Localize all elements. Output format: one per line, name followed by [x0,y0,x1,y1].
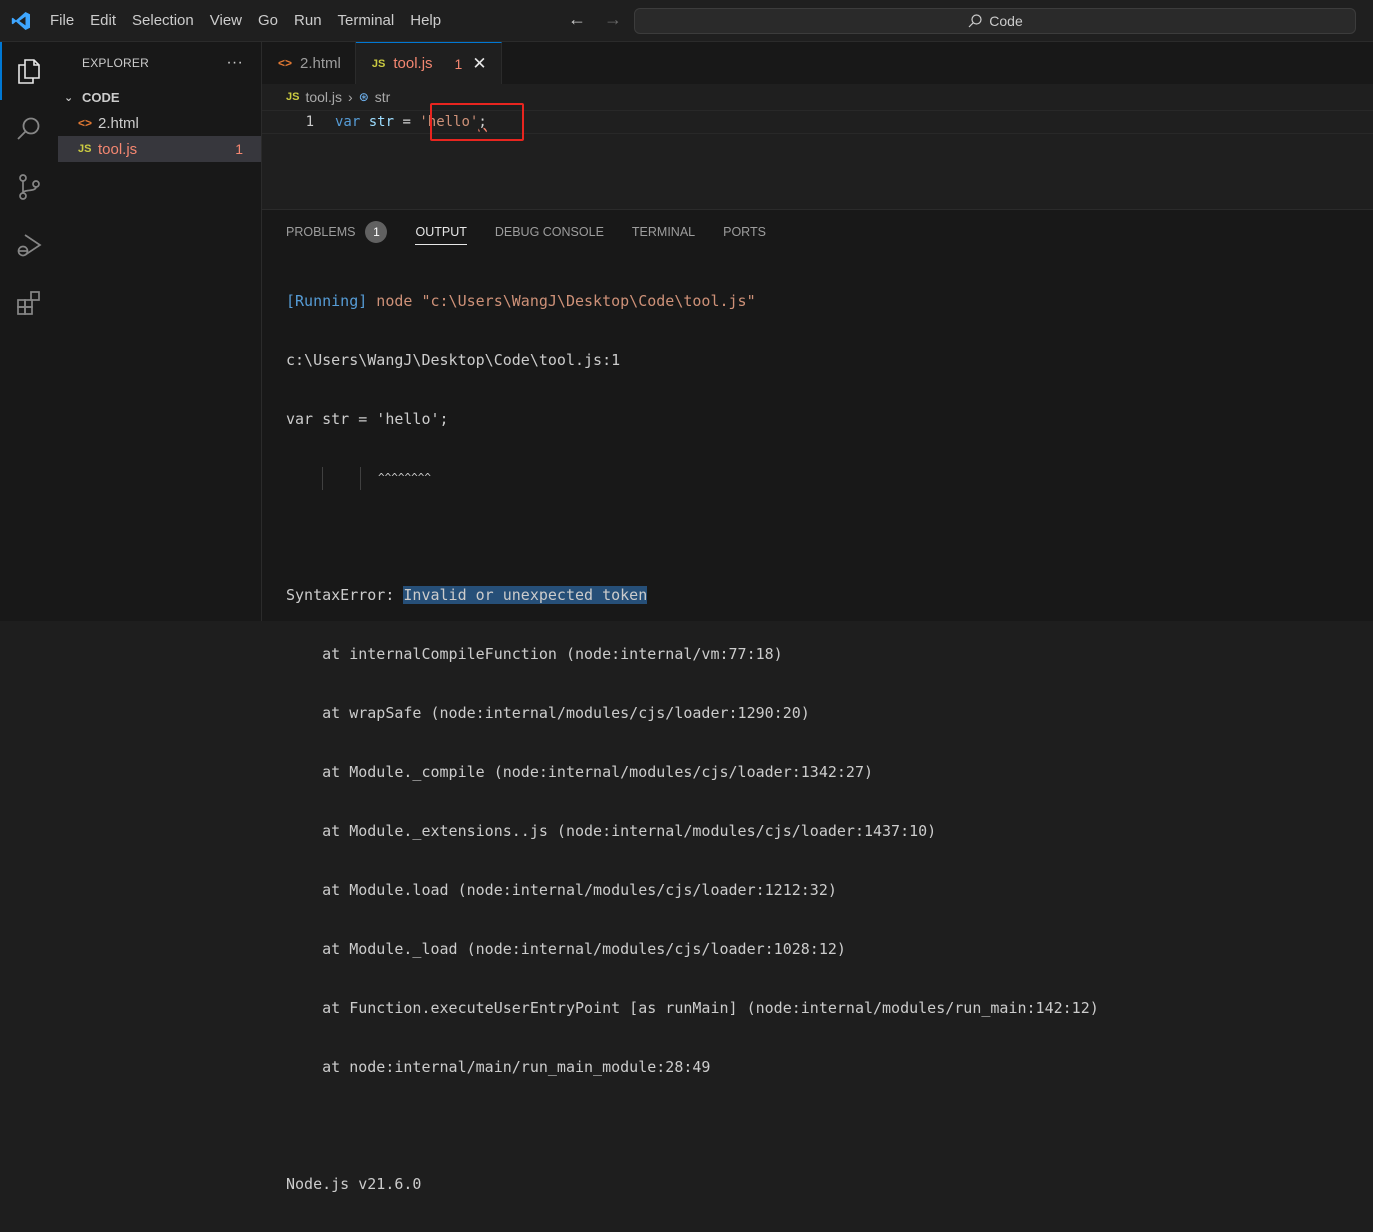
annotation-highlight-box [430,103,524,141]
menu-terminal[interactable]: Terminal [330,6,403,36]
stack-line: at node:internal/main/run_main_module:28… [286,1057,711,1076]
menu-bar: File Edit Selection View Go Run Terminal… [42,0,449,42]
menu-file[interactable]: File [42,6,82,36]
command-center-search[interactable]: Code [634,8,1356,34]
output-line: c:\Users\WangJ\Desktop\Code\tool.js:1 [286,350,621,369]
editor-tabs: <> 2.html JS tool.js 1 ✕ [262,42,1373,84]
source-control-icon[interactable] [0,158,58,216]
tab-ports[interactable]: PORTS [723,210,766,254]
search-view-icon[interactable] [0,100,58,158]
menu-run[interactable]: Run [286,6,330,36]
title-bar: File Edit Selection View Go Run Terminal… [0,0,1373,42]
output-log[interactable]: [Running] node "c:\Users\WangJ\Desktop\C… [262,254,1373,1232]
output-line: SyntaxError: Invalid or unexpected token [286,584,1373,607]
menu-view[interactable]: View [202,6,250,36]
menu-help[interactable]: Help [402,6,449,36]
indent-guide [360,466,361,490]
html-file-icon: <> [78,116,93,130]
tab-label: tool.js [393,55,433,72]
breadcrumb-file[interactable]: tool.js [305,89,342,105]
menu-edit[interactable]: Edit [82,6,124,36]
problems-count-badge: 1 [365,221,388,243]
explorer-title: EXPLORER [82,56,149,70]
tab-problem-badge: 1 [454,55,463,72]
panel-tab-label: TERMINAL [631,225,696,239]
operator-token: = [402,114,411,130]
tab-problems[interactable]: PROBLEMS 1 [286,210,388,254]
error-message: Invalid or unexpected token [403,586,648,605]
forward-arrow-icon[interactable]: → [602,9,624,30]
tab-debug-console[interactable]: DEBUG CONSOLE [495,210,604,254]
stack-line: at Module._extensions..js (node:internal… [286,822,937,841]
search-icon [968,14,982,28]
activity-bar [0,42,58,621]
chevron-down-icon: ⌄ [64,91,74,104]
editor-area: <> 2.html JS tool.js 1 ✕ JS tool.js › ⊛ … [262,42,1373,209]
running-tag: [Running] [286,292,368,310]
tab-label: 2.html [300,54,341,72]
output-line: var str = 'hello'; [286,409,449,428]
js-file-icon: JS [371,57,386,70]
run-debug-icon[interactable] [0,216,58,274]
js-file-icon: JS [286,91,300,103]
file-label: 2.html [98,114,139,132]
folder-label: CODE [82,89,120,105]
stack-line: at internalCompileFunction (node:interna… [286,645,783,664]
panel-tab-label: PORTS [723,225,766,239]
stack-line: at Module.load (node:internal/modules/cj… [286,880,837,899]
js-file-icon: JS [78,143,92,155]
stack-line: at Module._compile (node:internal/module… [286,763,873,782]
vscode-logo-icon [0,0,42,42]
file-label: tool.js [98,140,138,158]
caret-marker: ^^^^^^^^ [378,470,431,484]
identifier-token: str [368,114,395,130]
error-prefix: SyntaxError: [286,586,404,605]
more-actions-icon[interactable]: ··· [226,54,243,72]
file-item-tool-js[interactable]: JS tool.js 1 [58,136,261,162]
folder-code[interactable]: ⌄ CODE [58,84,261,110]
output-line: [Running] node "c:\Users\WangJ\Desktop\C… [286,290,1373,313]
chevron-right-icon: › [348,89,353,105]
menu-selection[interactable]: Selection [124,6,202,36]
bottom-panel: PROBLEMS 1 OUTPUT DEBUG CONSOLE TERMINAL… [262,209,1373,1193]
tab-tool-js[interactable]: JS tool.js 1 ✕ [355,42,502,84]
menu-go[interactable]: Go [250,6,286,36]
stack-line: at Module._load (node:internal/modules/c… [286,939,846,958]
breadcrumb: JS tool.js › ⊛ str [262,84,1373,110]
navigation-arrows: ← → [566,9,624,30]
file-item-2-html[interactable]: <> 2.html [58,110,261,136]
run-command: node "c:\Users\WangJ\Desktop\Code\tool.j… [367,292,756,310]
panel-tab-label: OUTPUT [415,225,467,239]
keyword-token: var [335,114,361,130]
stack-line: at Function.executeUserEntryPoint [as ru… [286,998,1099,1017]
close-icon[interactable]: ✕ [472,54,486,74]
html-file-icon: <> [278,56,293,70]
explorer-sidebar: EXPLORER ··· ⌄ CODE <> 2.html JS tool.js… [58,42,262,621]
node-version-line: Node.js v21.6.0 [286,1175,422,1194]
variable-icon: ⊛ [358,90,369,104]
tab-output[interactable]: OUTPUT [415,210,468,254]
problem-count-badge: 1 [235,141,243,157]
extensions-icon[interactable] [0,274,58,332]
tab-terminal[interactable]: TERMINAL [632,210,695,254]
indent-guide [322,466,323,490]
line-number: 1 [305,114,314,130]
panel-tabs: PROBLEMS 1 OUTPUT DEBUG CONSOLE TERMINAL… [262,210,1373,254]
tab-2-html[interactable]: <> 2.html [262,42,356,84]
search-label: Code [989,13,1023,29]
explorer-icon[interactable] [0,42,58,100]
back-arrow-icon[interactable]: ← [566,9,588,30]
panel-tab-label: DEBUG CONSOLE [494,225,604,239]
panel-tab-label: PROBLEMS [286,225,356,239]
breadcrumb-symbol[interactable]: str [375,89,391,105]
explorer-header: EXPLORER ··· [58,42,261,84]
stack-line: at wrapSafe (node:internal/modules/cjs/l… [286,704,810,723]
output-line: ^^^^^^^^ [286,466,1373,490]
code-line[interactable]: 1 var str = 'hello'; [262,103,1373,141]
